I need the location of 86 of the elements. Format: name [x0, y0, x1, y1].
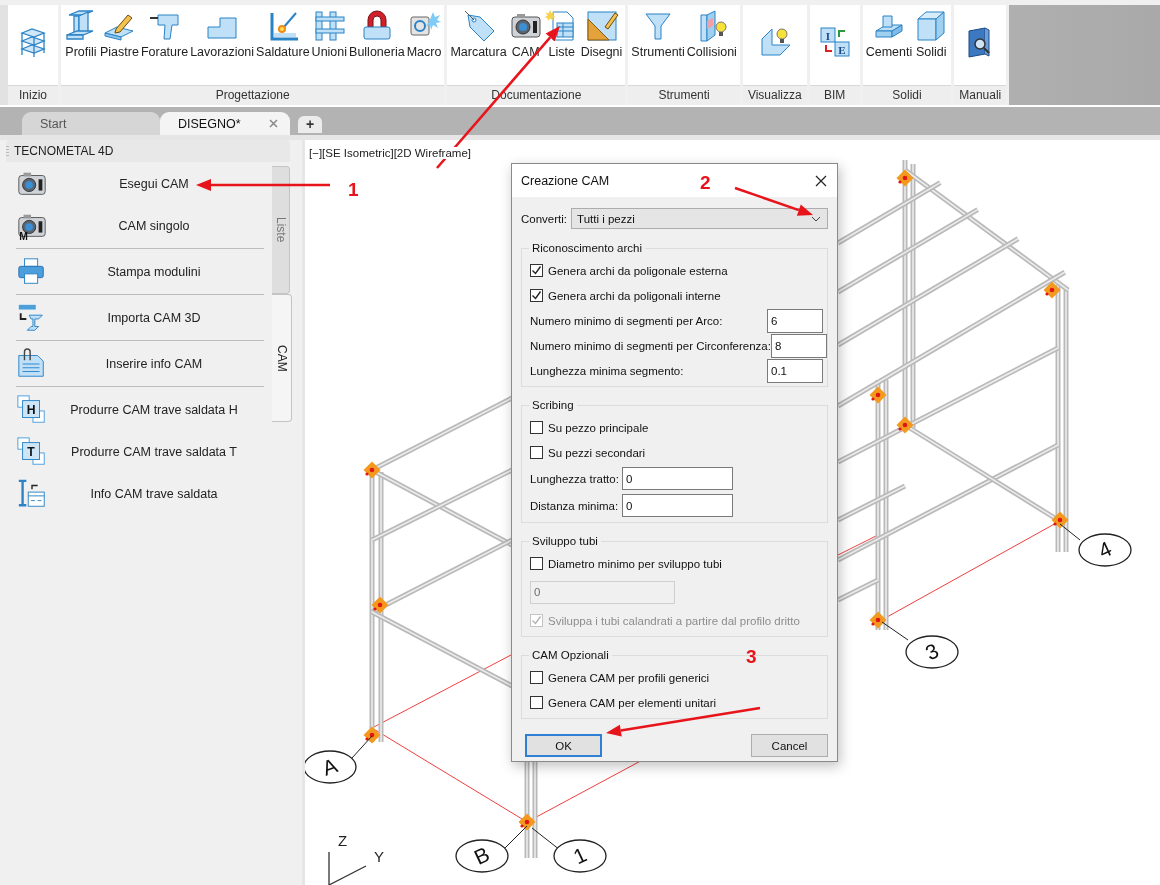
panel-item[interactable]: Info CAM trave saldata	[8, 473, 272, 515]
panel-item[interactable]: H Produrre CAM trave saldata H	[8, 389, 272, 431]
field-label: Numero minimo di segmenti per Arco:	[530, 314, 724, 327]
convert-dropdown[interactable]: Tutti i pezzi	[571, 208, 828, 229]
checkbox-label: Sviluppa i tubi calandrati a partire dal profilo dritto	[548, 614, 800, 627]
panel-item[interactable]: Inserire info CAM	[8, 343, 272, 385]
dialog-button[interactable]: Cancel	[751, 734, 828, 757]
grid-label: 4	[1094, 536, 1115, 563]
document-tab[interactable]: Start	[22, 112, 160, 135]
group-label: Inizio	[8, 85, 58, 105]
checkbox-label: Genera archi da poligonali interne	[548, 289, 721, 302]
grid-label: B	[470, 842, 493, 869]
checkbox-label: Diametro minimo per sviluppo tubi	[548, 557, 722, 570]
section-title: Sviluppo tubi	[531, 535, 599, 547]
panel-title: TECNOMETAL 4D	[14, 144, 114, 158]
axis-label: Z	[338, 832, 348, 849]
checkbox[interactable]	[530, 557, 543, 570]
dialog-title: Creazione CAM	[521, 173, 610, 188]
set-square-icon	[584, 9, 619, 43]
frame-icon	[312, 9, 347, 43]
section-title: CAM Opzionali	[531, 649, 610, 661]
field-label: Lunghezza tratto:	[530, 472, 618, 485]
checkbox[interactable]	[530, 446, 543, 459]
group-label: Progettazione	[61, 85, 445, 105]
checkbox-label: Genera archi da poligonale esterna	[548, 264, 728, 277]
checkbox[interactable]	[530, 696, 543, 709]
input-field[interactable]: 0	[622, 467, 733, 490]
group-label: Strumenti	[628, 85, 740, 105]
ribbon-button[interactable]: Collisioni	[685, 5, 738, 85]
number-field[interactable]: 6	[767, 308, 823, 333]
ribbon-button[interactable]: Profili	[63, 5, 99, 85]
section-title: Riconoscimento archi	[531, 242, 643, 254]
view-label[interactable]: [−][SE Isometric][2D Wireframe]	[309, 147, 471, 159]
checkbox[interactable]	[530, 264, 543, 277]
checkbox-label: Su pezzo principale	[548, 421, 649, 434]
document-tab[interactable]: DISEGNO*	[160, 112, 290, 135]
checkbox[interactable]	[530, 421, 543, 434]
group-label: Visualizza	[742, 85, 807, 105]
grid-label: A	[319, 753, 341, 780]
close-icon[interactable]	[815, 174, 827, 187]
chevron-down-icon	[811, 215, 821, 222]
group-label: Solidi	[862, 85, 952, 105]
step-number: 2	[700, 173, 711, 193]
ribbon-button[interactable]: Piastre	[99, 5, 140, 85]
section-title: Scribing	[531, 399, 575, 411]
field-label: Lunghezza minima segmento:	[530, 364, 685, 377]
panel-item[interactable]: T Produrre CAM trave saldata T	[8, 431, 272, 473]
ribbon-button[interactable]: Cementi	[864, 5, 914, 85]
axis-icon	[328, 851, 367, 885]
ribbon-button[interactable]: Saldature	[255, 5, 311, 85]
side-tab[interactable]: CAM	[272, 294, 292, 422]
ribbon-button[interactable]: Marcatura	[449, 5, 508, 85]
ribbon-button[interactable]: Lavorazioni	[189, 5, 256, 85]
ribbon-button[interactable]: Strumenti	[630, 5, 686, 85]
axis-label: Y	[374, 848, 384, 865]
ribbon-button[interactable]: I E	[811, 5, 858, 85]
group-label: BIM	[809, 85, 860, 105]
checkbox[interactable]	[530, 671, 543, 684]
beam-table-icon	[16, 478, 48, 510]
group-label: Manuali	[954, 85, 1007, 105]
field-label: Converti:	[521, 212, 568, 225]
dialog-button[interactable]: OK	[525, 734, 602, 757]
checkbox-label: Genera CAM per elementi unitari	[548, 696, 717, 709]
panel-item[interactable]: Importa CAM 3D	[8, 297, 272, 339]
number-field[interactable]: 0.1	[767, 358, 823, 383]
ribbon-button[interactable]: Macro	[405, 5, 443, 85]
field-label: Distanza minima:	[530, 499, 618, 512]
panel-item[interactable]: Esegui CAM	[8, 163, 272, 205]
step-number: 1	[348, 180, 359, 200]
ribbon-button[interactable]: Solidi	[913, 5, 950, 85]
grid-label: 3	[921, 638, 942, 665]
ribbon-button[interactable]: Forature	[139, 5, 190, 85]
checkbox-label: Su pezzi secondari	[548, 446, 646, 459]
panel-item[interactable]: M CAM singolo	[8, 205, 272, 247]
panel-item[interactable]: Stampa modulini	[8, 251, 272, 293]
ribbon-button[interactable]: Disegni	[579, 5, 624, 85]
input-field[interactable]: 0	[622, 494, 733, 517]
ribbon-button[interactable]: Bulloneria	[348, 5, 406, 85]
checkbox-label: Genera CAM per profili generici	[548, 671, 710, 684]
number-field[interactable]: 8	[770, 333, 827, 358]
field-label: Numero minimo di segmenti per Circonferenza:	[530, 339, 771, 352]
ribbon-button[interactable]: Unioni	[310, 5, 349, 85]
grid-label: 1	[569, 842, 590, 869]
new-tab-button[interactable]: +	[298, 116, 322, 133]
checkbox[interactable]	[530, 289, 543, 302]
step-number: 3	[746, 647, 757, 667]
